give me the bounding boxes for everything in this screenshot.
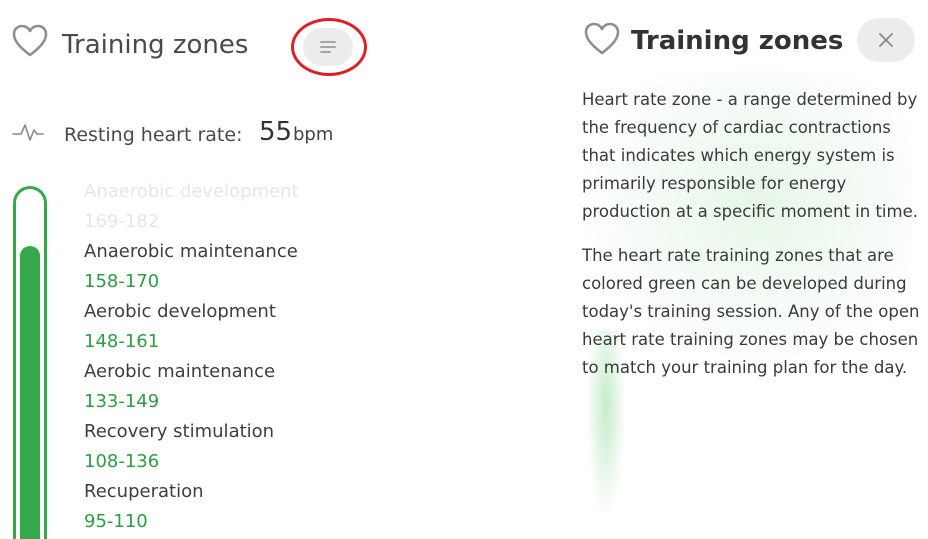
menu-button[interactable] [303,28,353,66]
zone-range: 108-136 [84,451,160,472]
close-icon [879,33,893,47]
zone-name: Recovery stimulation [84,421,275,442]
heart-rate-bar-fill [20,246,40,539]
menu-lines-icon [320,41,336,53]
info-paragraph: The heart rate training zones that are c… [582,246,920,377]
resting-heart-rate-value: 55 [259,117,293,147]
menu-button-highlight [291,18,367,76]
heart-outline-icon[interactable] [12,24,48,58]
zone-name: Aerobic development [84,301,276,322]
info-text: Heart rate zone - a range determined by … [582,86,924,398]
zone-name: Anaerobic development [84,181,299,202]
zone-name: Aerobic maintenance [84,361,276,382]
zone-list: Anaerobic development 169-182 Anaerobic … [84,177,299,537]
info-paragraph: Heart rate zone - a range determined by … [582,90,918,221]
resting-heart-rate-label: Resting heart rate: [64,124,243,146]
resting-heart-rate-unit: bpm [293,124,334,145]
zone-item[interactable]: Aerobic maintenance 133-149 [84,357,299,417]
training-zones-panel: Training zones Resting heart rate: 55 bp… [0,0,560,539]
zone-range: 158-170 [84,271,160,292]
zone-name: Recuperation [84,481,204,502]
zone-item[interactable]: Aerobic development 148-161 [84,297,299,357]
zone-item[interactable]: Recovery stimulation 108-136 [84,417,299,477]
zone-range: 148-161 [84,331,160,352]
zone-range: 133-149 [84,391,160,412]
page-title: Training zones [62,30,249,60]
info-title: Training zones [631,26,844,56]
zone-item[interactable]: Anaerobic maintenance 158-170 [84,237,299,297]
zone-range: 169-182 [84,211,160,232]
pulse-icon [12,124,44,141]
heart-outline-icon[interactable] [584,22,620,56]
zone-item[interactable]: Recuperation 95-110 [84,477,299,537]
zone-item[interactable]: Anaerobic development 169-182 [84,177,299,237]
training-zones-info-panel: Training zones Heart rate zone - a range… [560,0,928,539]
zone-range: 95-110 [84,511,148,532]
close-button[interactable] [857,18,915,62]
zone-name: Anaerobic maintenance [84,241,298,262]
